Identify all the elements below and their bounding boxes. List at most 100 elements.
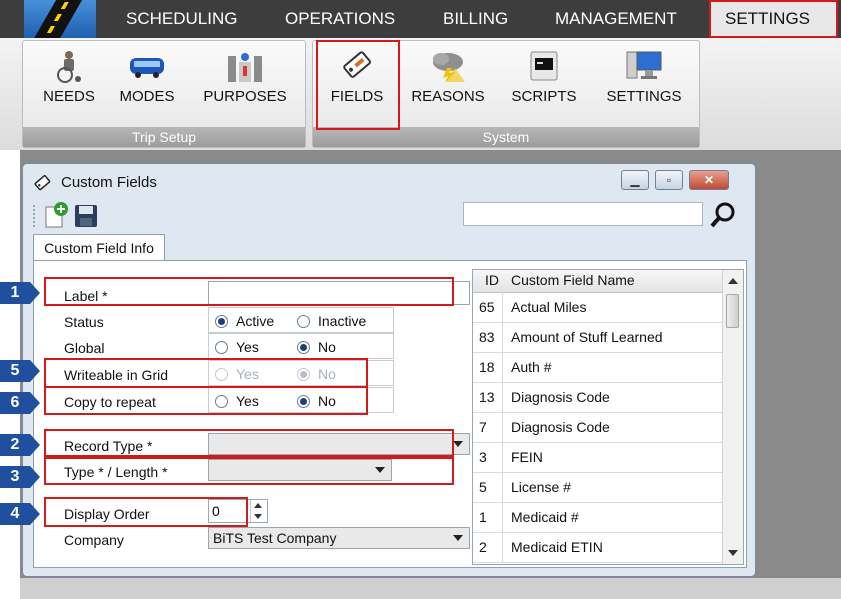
type-length-highlight xyxy=(44,457,454,485)
table-row[interactable]: 2 Medicaid ETIN xyxy=(473,532,723,563)
table-row[interactable]: 65 Actual Miles xyxy=(473,292,723,323)
grid-scrollbar[interactable] xyxy=(722,270,743,564)
callout-number: 4 xyxy=(0,503,30,525)
tab-custom-field-info[interactable]: Custom Field Info xyxy=(33,234,165,261)
scripts-label: SCRIPTS xyxy=(511,88,577,105)
copy-highlight xyxy=(44,386,368,415)
wheelchair-icon xyxy=(50,48,88,84)
global-yes-option[interactable]: Yes xyxy=(215,334,259,360)
cell-name: FEIN xyxy=(511,449,543,465)
radio-global-no[interactable] xyxy=(297,341,310,354)
menu-scheduling[interactable]: SCHEDULING xyxy=(126,0,237,38)
callout-number: 5 xyxy=(0,360,30,382)
reasons-label: REASONS xyxy=(411,88,485,105)
status-row: Status Active Inactive xyxy=(50,307,470,333)
search-input[interactable] xyxy=(463,202,703,226)
radio-inactive[interactable] xyxy=(297,315,310,328)
fields-highlight xyxy=(316,40,400,130)
custom-field-grid: ID Custom Field Name 65 Actual Miles 83 Amo… xyxy=(472,269,744,565)
global-yes-label: Yes xyxy=(236,339,259,355)
menu-management[interactable]: MANAGEMENT xyxy=(555,0,677,38)
record-type-highlight xyxy=(44,429,454,457)
global-no-option[interactable]: No xyxy=(297,334,336,360)
stepper-up-icon[interactable] xyxy=(254,503,262,508)
callout-badge: 3 xyxy=(0,466,42,488)
stepper-arrows[interactable] xyxy=(250,500,267,522)
tag-icon xyxy=(33,174,51,192)
cell-id: 7 xyxy=(473,412,503,442)
cell-id: 1 xyxy=(473,502,503,532)
app-logo xyxy=(24,0,96,38)
table-row[interactable]: 5 License # xyxy=(473,472,723,503)
toolbar-grip xyxy=(33,205,37,227)
radio-active[interactable] xyxy=(215,315,228,328)
global-group: Yes No xyxy=(208,333,394,359)
group-caption: Trip Setup xyxy=(23,127,305,147)
status-active-option[interactable]: Active xyxy=(215,308,274,334)
search-icon[interactable] xyxy=(709,201,737,229)
display-order-highlight xyxy=(44,497,248,527)
callout-badge: 1 xyxy=(0,282,42,304)
table-row[interactable]: 18 Auth # xyxy=(473,352,723,383)
scroll-up-icon[interactable] xyxy=(728,278,738,284)
cell-id: 18 xyxy=(473,352,503,382)
computer-icon xyxy=(625,48,663,84)
purposes-button[interactable]: PURPOSES xyxy=(196,48,294,118)
hospital-icon xyxy=(226,48,264,84)
company-row: Company BiTS Test Company xyxy=(50,525,470,551)
table-row[interactable]: 3 FEIN xyxy=(473,442,723,473)
scripts-button[interactable]: SCRIPTS xyxy=(504,48,584,118)
cell-name: Diagnosis Code xyxy=(511,389,610,405)
chevron-down-icon xyxy=(453,441,463,447)
menu-settings[interactable]: SETTINGS xyxy=(709,0,838,38)
reasons-button[interactable]: REASONS xyxy=(404,48,492,118)
stepper-down-icon[interactable] xyxy=(254,514,262,519)
table-row[interactable]: 1 Medicaid # xyxy=(473,502,723,533)
radio-global-yes[interactable] xyxy=(215,341,228,354)
restore-button[interactable]: ▫ xyxy=(655,170,683,190)
new-record-icon[interactable] xyxy=(43,201,69,229)
bus-icon xyxy=(128,48,166,84)
menu-billing[interactable]: BILLING xyxy=(443,0,508,38)
callout-number: 2 xyxy=(0,434,30,456)
label-highlight xyxy=(44,277,454,306)
status-strip xyxy=(20,578,841,599)
cell-name: Actual Miles xyxy=(511,299,587,315)
scroll-down-icon[interactable] xyxy=(728,550,738,556)
system-settings-button[interactable]: SETTINGS xyxy=(600,48,688,118)
group-caption: System xyxy=(313,127,699,147)
cell-id: 2 xyxy=(473,532,503,562)
storm-cloud-icon xyxy=(429,48,467,84)
window-title: Custom Fields xyxy=(33,170,157,196)
top-menu-bar: SCHEDULING OPERATIONS BILLING MANAGEMENT… xyxy=(0,0,841,39)
minimize-button[interactable]: ▁ xyxy=(621,170,649,190)
callout-badge: 4 xyxy=(0,503,42,525)
cell-id: 3 xyxy=(473,442,503,472)
menu-operations[interactable]: OPERATIONS xyxy=(285,0,395,38)
header-name[interactable]: Custom Field Name xyxy=(511,272,635,288)
cell-name: Auth # xyxy=(511,359,552,375)
callout-number: 6 xyxy=(0,392,30,414)
table-row[interactable]: 13 Diagnosis Code xyxy=(473,382,723,413)
needs-button[interactable]: NEEDS xyxy=(36,48,102,118)
close-button[interactable]: ✕ xyxy=(689,170,729,190)
terminal-icon xyxy=(525,48,563,84)
cell-id: 65 xyxy=(473,292,503,322)
table-row[interactable]: 83 Amount of Stuff Learned xyxy=(473,322,723,353)
company-value: BiTS Test Company xyxy=(213,530,337,546)
callout-badge: 2 xyxy=(0,434,42,456)
window-controls: ▁ ▫ ✕ xyxy=(621,170,747,192)
table-row[interactable]: 7 Diagnosis Code xyxy=(473,412,723,443)
cell-id: 13 xyxy=(473,382,503,412)
status-group: Active Inactive xyxy=(208,307,394,333)
scroll-thumb[interactable] xyxy=(726,294,739,328)
header-id[interactable]: ID xyxy=(485,272,499,288)
chevron-down-icon xyxy=(453,535,463,541)
status-inactive-option[interactable]: Inactive xyxy=(297,308,366,334)
status-active-label: Active xyxy=(236,313,275,329)
company-select[interactable]: BiTS Test Company xyxy=(208,527,470,549)
modes-button[interactable]: MODES xyxy=(112,48,182,118)
needs-label: NEEDS xyxy=(43,88,95,105)
save-icon[interactable] xyxy=(73,203,99,229)
cell-name: Medicaid ETIN xyxy=(511,539,603,555)
